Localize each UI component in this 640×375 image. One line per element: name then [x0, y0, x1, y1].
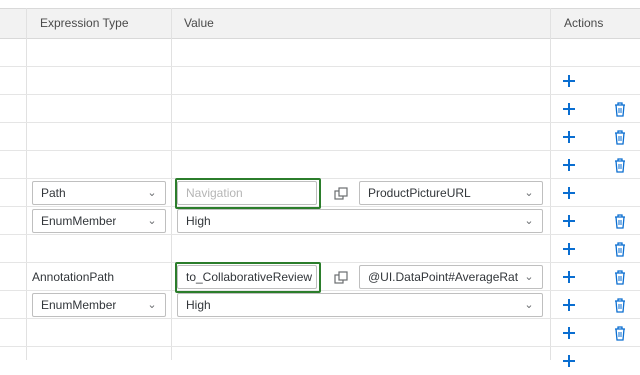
column-header-actions: Actions [564, 16, 604, 30]
path-select[interactable]: @UI.DataPoint#AverageRatin... ⌄ [359, 265, 543, 289]
table-row [0, 235, 640, 263]
annotation-table: Expression Type Value Actions Path ⌄ Nav… [0, 0, 640, 367]
table-row: EnumMember ⌄ High ⌄ [0, 207, 640, 235]
chevron-down-icon[interactable]: ⌄ [143, 294, 161, 316]
highlight-box [175, 178, 321, 209]
expression-type-value: EnumMember [41, 214, 117, 228]
value-help-icon[interactable] [333, 186, 349, 202]
path-select[interactable]: ProductPictureURL ⌄ [359, 181, 543, 205]
value-text: High [186, 298, 211, 312]
plus-icon[interactable] [561, 185, 577, 201]
plus-icon[interactable] [561, 297, 577, 313]
value-select[interactable]: High ⌄ [177, 209, 543, 233]
highlight-box [175, 262, 321, 293]
trash-icon[interactable] [613, 269, 627, 285]
trash-icon[interactable] [613, 101, 627, 117]
trash-icon[interactable] [613, 241, 627, 257]
plus-icon[interactable] [561, 213, 577, 229]
plus-icon[interactable] [561, 269, 577, 285]
plus-icon[interactable] [561, 101, 577, 117]
expression-type-value: Path [41, 186, 66, 200]
expression-type-value: EnumMember [41, 298, 117, 312]
column-header-expression-type: Expression Type [40, 16, 129, 30]
chevron-down-icon[interactable]: ⌄ [520, 210, 538, 232]
plus-icon[interactable] [561, 241, 577, 257]
trash-icon[interactable] [613, 325, 627, 341]
trash-icon[interactable] [613, 129, 627, 145]
table-row [0, 95, 640, 123]
table-header: Expression Type Value Actions [0, 8, 640, 39]
expression-type-select[interactable]: Path ⌄ [32, 181, 166, 205]
expression-type-text: AnnotationPath [32, 270, 115, 284]
table-row: EnumMember ⌄ High ⌄ [0, 291, 640, 319]
table-row: AnnotationPath to_CollaborativeReview @U… [0, 262, 640, 293]
expression-type-select[interactable]: EnumMember ⌄ [32, 209, 166, 233]
plus-icon[interactable] [561, 353, 577, 369]
expression-type-select[interactable]: EnumMember ⌄ [32, 293, 166, 317]
trash-icon[interactable] [613, 297, 627, 313]
table-row [0, 151, 640, 179]
table-row: Path ⌄ Navigation ProductPictureURL ⌄ [0, 178, 640, 209]
trash-icon[interactable] [613, 213, 627, 229]
table-row [0, 347, 640, 375]
path-value: ProductPictureURL [368, 186, 471, 200]
table-row [0, 123, 640, 151]
plus-icon[interactable] [561, 73, 577, 89]
plus-icon[interactable] [561, 157, 577, 173]
value-text: High [186, 214, 211, 228]
trash-icon[interactable] [613, 157, 627, 173]
chevron-down-icon[interactable]: ⌄ [520, 182, 538, 204]
plus-icon[interactable] [561, 129, 577, 145]
chevron-down-icon[interactable]: ⌄ [143, 182, 161, 204]
chevron-down-icon[interactable]: ⌄ [143, 210, 161, 232]
table-row [0, 319, 640, 347]
column-header-value: Value [184, 16, 214, 30]
value-select[interactable]: High ⌄ [177, 293, 543, 317]
chevron-down-icon[interactable]: ⌄ [520, 294, 538, 316]
table-row [0, 39, 640, 67]
path-value: @UI.DataPoint#AverageRatin... [368, 270, 518, 284]
table-row [0, 67, 640, 95]
chevron-down-icon[interactable]: ⌄ [520, 266, 538, 288]
value-help-icon[interactable] [333, 270, 349, 286]
plus-icon[interactable] [561, 325, 577, 341]
